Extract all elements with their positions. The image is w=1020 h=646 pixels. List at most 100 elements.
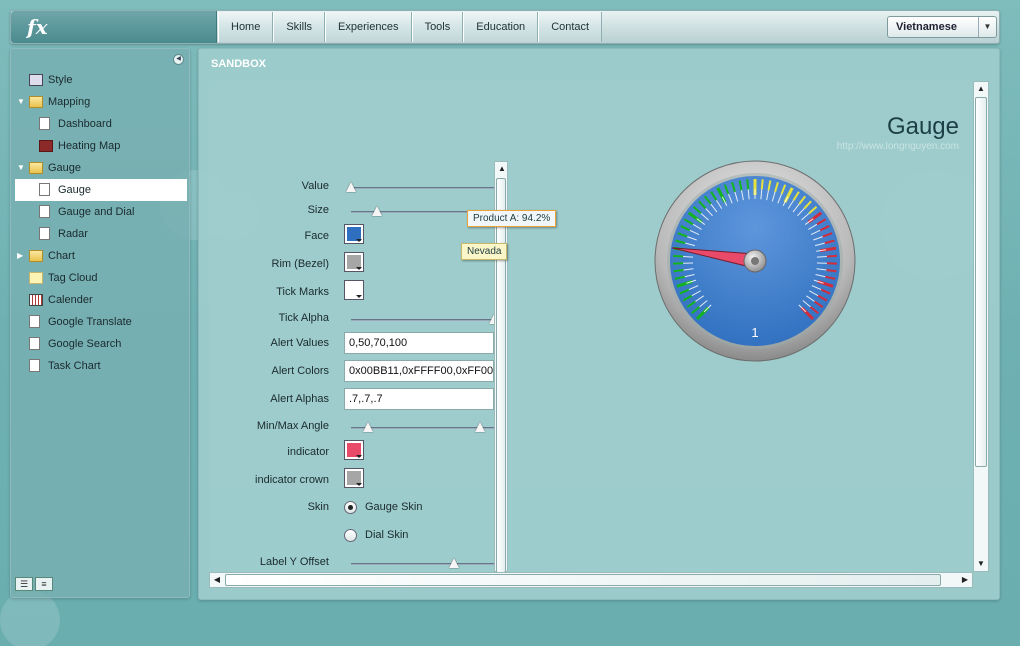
sidebar-item-label: Radar <box>58 228 88 240</box>
alert-colors-input[interactable]: 0x00BB11,0xFFFF00,0xFF0000 <box>344 360 494 382</box>
size-label: Size <box>307 204 329 216</box>
indicator-label: indicator <box>287 446 329 458</box>
size-slider-thumb[interactable] <box>371 206 382 216</box>
nevada-tooltip: Nevada <box>461 243 508 260</box>
scroll-up-icon[interactable]: ▲ <box>495 162 509 176</box>
scroll-right-icon[interactable]: ▶ <box>958 573 972 587</box>
gauge-crown-center <box>751 257 759 265</box>
nav-contact[interactable]: Contact <box>538 12 603 42</box>
sidebar-item-gauge-and-dial[interactable]: Gauge and Dial <box>15 201 187 223</box>
max-angle-thumb[interactable] <box>474 422 485 432</box>
collapsed-triangle-icon[interactable]: ▶ <box>17 245 23 267</box>
sidebar-item-label: Style <box>48 74 73 86</box>
form-scrollbar-thumb[interactable] <box>496 178 506 572</box>
gauge-widget: 1 <box>654 160 856 362</box>
sidebar-item-heating-map[interactable]: Heating Map <box>15 135 187 157</box>
sidebar-item-style[interactable]: Style <box>15 69 187 91</box>
gauge-tick-mark <box>816 255 827 258</box>
gauge-skin-label[interactable]: Gauge Skin <box>365 501 422 513</box>
alert-values-input[interactable]: 0,50,70,100 <box>344 332 494 354</box>
sidebar-item-google-translate[interactable]: Google Translate <box>15 311 187 333</box>
tick-alpha-slider[interactable] <box>351 314 499 324</box>
label-y-offset-thumb[interactable] <box>448 558 459 568</box>
rim-color-picker[interactable] <box>344 252 364 272</box>
minmax-angle-label: Min/Max Angle <box>256 420 329 432</box>
document-icon <box>39 117 50 130</box>
sidebar-item-label: Google Translate <box>48 316 132 328</box>
alert-values-label: Alert Values <box>270 337 330 349</box>
nav-education[interactable]: Education <box>463 12 539 42</box>
face-color-picker[interactable] <box>344 224 364 244</box>
scroll-down-icon[interactable]: ▼ <box>974 557 988 571</box>
nav-experiences[interactable]: Experiences <box>325 12 412 42</box>
sidebar-item-chart[interactable]: ▶ Chart <box>15 245 187 267</box>
chevron-down-icon[interactable]: ▼ <box>978 17 996 37</box>
logo: fx <box>11 11 217 43</box>
fx-logo-icon: fx <box>27 15 48 39</box>
scroll-up-icon[interactable]: ▲ <box>974 82 988 96</box>
min-angle-thumb[interactable] <box>363 422 374 432</box>
label-y-offset-label: Label Y Offset <box>259 556 329 568</box>
value-slider-thumb[interactable] <box>346 182 356 192</box>
tick-alpha-label: Tick Alpha <box>278 312 329 324</box>
sandbox-content: Gauge http://www.longnguyen.com Value Si… <box>209 81 973 572</box>
folder-open-icon <box>29 96 43 108</box>
horizontal-scrollbar-thumb[interactable] <box>225 574 941 586</box>
language-select[interactable]: Vietnamese ▼ <box>887 16 997 38</box>
document-icon <box>39 183 50 196</box>
face-label: Face <box>304 230 329 242</box>
top-bar: fx Home Skills Experiences Tools Educati… <box>10 10 1000 44</box>
sidebar-item-dashboard[interactable]: Dashboard <box>15 113 187 135</box>
vertical-scrollbar-thumb[interactable] <box>975 97 987 467</box>
sidebar-item-radar[interactable]: Radar <box>15 223 187 245</box>
nav-tools[interactable]: Tools <box>411 12 464 42</box>
gauge-value-label: 1 <box>751 325 758 340</box>
alert-alphas-input[interactable]: .7,.7,.7 <box>344 388 494 410</box>
tick-marks-color-picker[interactable] <box>344 280 364 300</box>
nav-skills[interactable]: Skills <box>273 12 326 42</box>
value-slider[interactable] <box>346 182 494 192</box>
nav-home[interactable]: Home <box>218 12 274 42</box>
main-nav: Home Skills Experiences Tools Education … <box>218 12 603 42</box>
gauge-skin-radio[interactable] <box>344 501 357 514</box>
sidebar-item-label: Gauge <box>58 184 92 196</box>
sidebar-item-calender[interactable]: Calender <box>15 289 187 311</box>
indent-list-icon[interactable]: ☰ <box>15 577 33 591</box>
list-view-icon[interactable]: ≡ <box>35 577 53 591</box>
label-y-offset-slider[interactable] <box>351 558 494 568</box>
document-icon <box>29 359 40 372</box>
indicator-crown-color-picker[interactable] <box>344 468 364 488</box>
folder-open-icon <box>29 162 43 174</box>
sidebar-item-tag-cloud[interactable]: Tag Cloud <box>15 267 187 289</box>
gauge-tick <box>673 269 684 273</box>
gauge-tick-mark <box>683 255 694 258</box>
alert-colors-label: Alert Colors <box>271 365 329 377</box>
document-icon <box>29 337 40 350</box>
sidebar-item-google-search[interactable]: Google Search <box>15 333 187 355</box>
usa-map-icon <box>39 140 53 152</box>
panel-footer: ☰ ≡ <box>15 577 53 591</box>
skin-label: Skin <box>307 501 329 513</box>
minmax-angle-slider[interactable] <box>351 422 494 432</box>
sidebar-item-label: Gauge <box>48 162 82 174</box>
sidebar-item-label: Gauge and Dial <box>58 206 135 218</box>
collapse-panel-icon[interactable]: ◀ <box>173 54 184 65</box>
dial-skin-label[interactable]: Dial Skin <box>365 529 408 541</box>
dial-skin-radio[interactable] <box>344 529 357 542</box>
sidebar-item-label: Heating Map <box>58 140 121 152</box>
sidebar-item-gauge[interactable]: Gauge <box>15 179 187 201</box>
indicator-color-picker[interactable] <box>344 440 364 460</box>
gauge-tick <box>746 179 750 190</box>
sidebar-item-task-chart[interactable]: Task Chart <box>15 355 187 377</box>
expanded-triangle-icon[interactable]: ▼ <box>17 91 25 113</box>
content-horizontal-scrollbar[interactable]: ◀ ▶ <box>209 572 973 588</box>
gauge-tick <box>826 254 837 258</box>
sidebar-item-mapping[interactable]: ▼ Mapping <box>15 91 187 113</box>
content-vertical-scrollbar[interactable]: ▲ ▼ <box>973 81 989 572</box>
sidebar-item-gauge[interactable]: ▼ Gauge <box>15 157 187 179</box>
product-tooltip: Product A: 94.2% <box>467 210 557 227</box>
scroll-left-icon[interactable]: ◀ <box>210 573 224 587</box>
sidebar-item-label: Tag Cloud <box>48 272 98 284</box>
expanded-triangle-icon[interactable]: ▼ <box>17 157 25 179</box>
rim-label: Rim (Bezel) <box>271 258 329 270</box>
